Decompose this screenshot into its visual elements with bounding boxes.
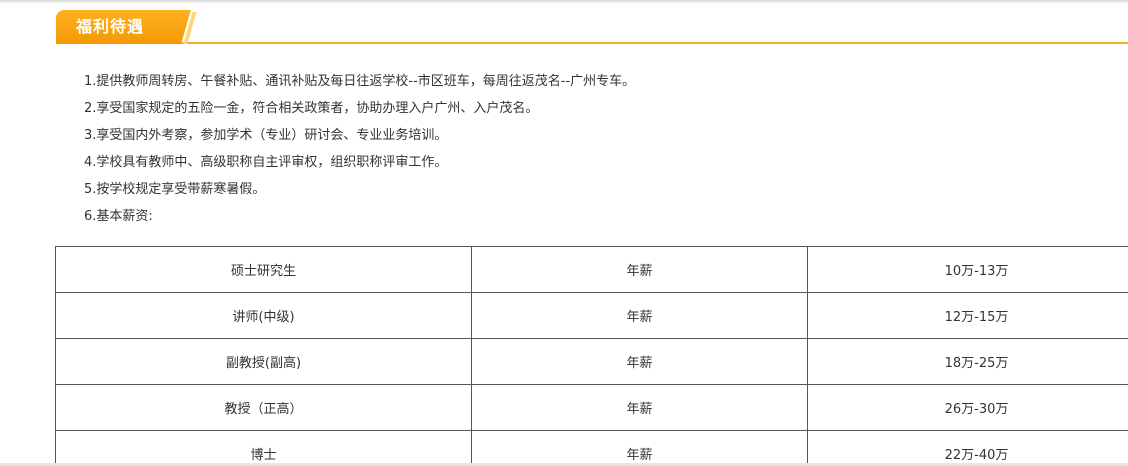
page: 福利待遇 1.提供教师周转房、午餐补贴、通讯补贴及每日往返学校--市区班车，每周… [0, 0, 1128, 466]
salary-range-cell: 18万-25万 [807, 338, 1128, 385]
title-cell: 讲师(中级) [55, 292, 472, 339]
header-underline [56, 42, 1128, 44]
salary-table: 硕士研究生 年薪 10万-13万 讲师(中级) 年薪 12万-15万 副教授(副… [55, 246, 1128, 466]
benefit-item: 6.基本薪资: [84, 209, 153, 224]
salary-range-cell: 26万-30万 [807, 384, 1128, 431]
table-row: 副教授(副高) 年薪 18万-25万 [55, 338, 1128, 385]
section-header: 福利待遇 [56, 10, 1128, 44]
benefit-item: 2.享受国家规定的五险一金，符合相关政策者，协助办理入户广州、入户茂名。 [84, 101, 539, 116]
title-cell: 博士 [55, 430, 472, 466]
table-row: 硕士研究生 年薪 10万-13万 [55, 246, 1128, 293]
title-cell: 硕士研究生 [55, 246, 472, 293]
table-row: 教授（正高） 年薪 26万-30万 [55, 384, 1128, 431]
pay-type-cell: 年薪 [471, 430, 808, 466]
salary-range-cell: 12万-15万 [807, 292, 1128, 339]
benefit-item: 5.按学校规定享受带薪寒暑假。 [84, 182, 266, 197]
salary-range-cell: 22万-40万 [807, 430, 1128, 466]
section-title: 福利待遇 [76, 17, 145, 36]
table-row: 讲师(中级) 年薪 12万-15万 [55, 292, 1128, 339]
pay-type-cell: 年薪 [471, 384, 808, 431]
benefit-item: 1.提供教师周转房、午餐补贴、通讯补贴及每日往返学校--市区班车，每周往返茂名-… [84, 74, 636, 89]
top-shadow [0, 0, 1128, 4]
title-cell: 副教授(副高) [55, 338, 472, 385]
pay-type-cell: 年薪 [471, 246, 808, 293]
pay-type-cell: 年薪 [471, 338, 808, 385]
benefit-item: 4.学校具有教师中、高级职称自主评审权，组织职称评审工作。 [84, 155, 448, 170]
benefit-list: 1.提供教师周转房、午餐补贴、通讯补贴及每日往返学校--市区班车，每周往返茂名-… [84, 68, 635, 230]
salary-range-cell: 10万-13万 [807, 246, 1128, 293]
title-cell: 教授（正高） [55, 384, 472, 431]
table-row: 博士 年薪 22万-40万 [55, 430, 1128, 466]
benefit-item: 3.享受国内外考察，参加学术（专业）研讨会、专业业务培训。 [84, 128, 448, 143]
pay-type-cell: 年薪 [471, 292, 808, 339]
